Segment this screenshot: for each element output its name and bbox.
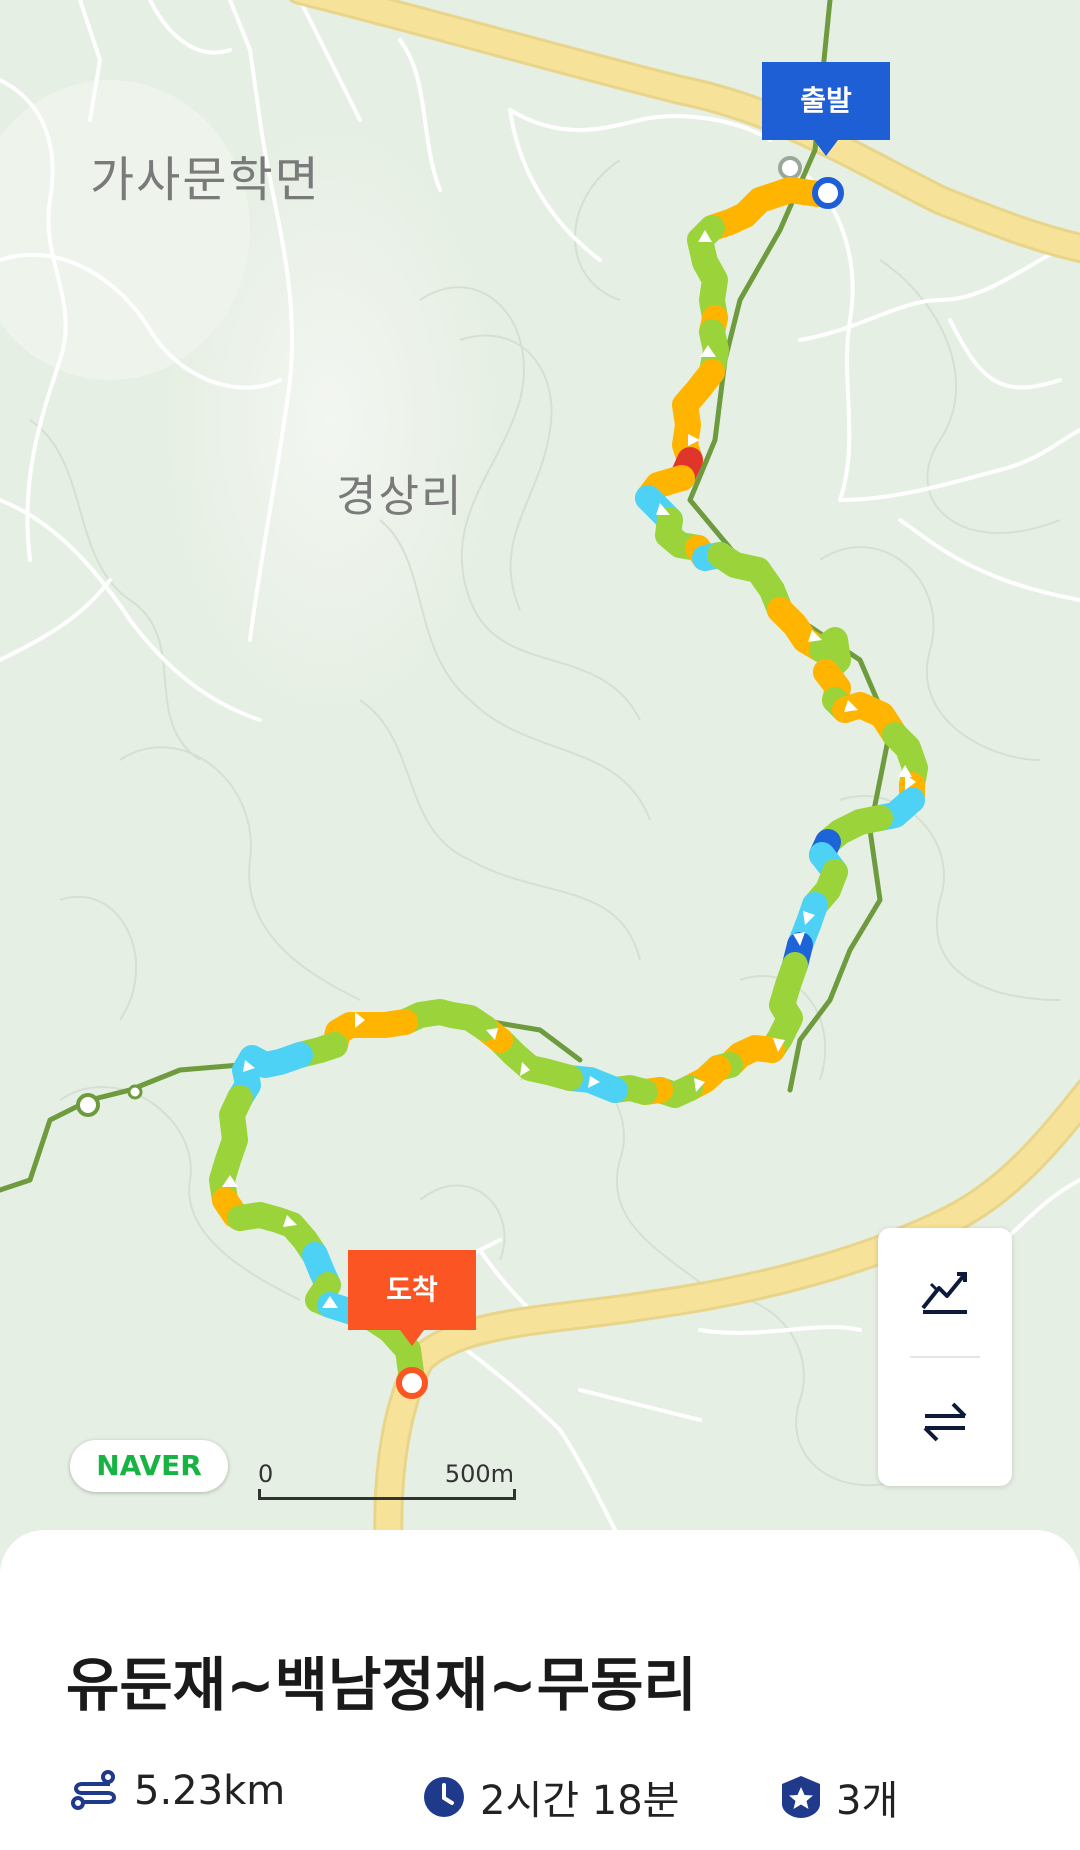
- map-view[interactable]: 가사문학면 경상리 출발 도착 NAVER 0 500m: [0, 0, 1080, 1560]
- distance-value: 5.23km: [134, 1768, 286, 1814]
- stamp-stat: 3개: [780, 1768, 898, 1826]
- stamp-count: 3개: [836, 1778, 899, 1824]
- scale-start-label: 0: [258, 1460, 274, 1488]
- end-label[interactable]: 도착: [348, 1250, 476, 1346]
- elevation-button[interactable]: [878, 1228, 1012, 1356]
- clock-icon: [422, 1775, 466, 1819]
- map-scale: 0 500m: [258, 1460, 516, 1500]
- route-distance-icon: [70, 1769, 120, 1813]
- start-marker[interactable]: [812, 177, 844, 209]
- distance-stat: 5.23km: [70, 1768, 285, 1814]
- map-controls: [878, 1228, 1012, 1486]
- course-title: 유둔재~백남정재~무동리: [66, 1651, 697, 1719]
- duration-value: 2시간 18분: [480, 1778, 680, 1824]
- scale-bar: [258, 1489, 516, 1500]
- scale-end-label: 500m: [444, 1460, 514, 1488]
- swap-direction-button[interactable]: [878, 1358, 1012, 1486]
- start-label[interactable]: 출발: [762, 62, 890, 156]
- naver-logo: NAVER: [70, 1440, 228, 1492]
- swap-direction-icon: [923, 1402, 967, 1442]
- place-label-gyeongsang: 경상리: [336, 471, 464, 522]
- place-label-gasamunhak: 가사문학면: [90, 152, 321, 208]
- star-badge-icon: [780, 1774, 822, 1820]
- elevation-chart-icon: [921, 1272, 967, 1314]
- course-info-sheet: 유둔재~백남정재~무동리 5.23km 2시간 18분 3개: [0, 1530, 1080, 1850]
- end-marker[interactable]: [396, 1367, 428, 1399]
- duration-stat: 2시간 18분: [422, 1768, 679, 1826]
